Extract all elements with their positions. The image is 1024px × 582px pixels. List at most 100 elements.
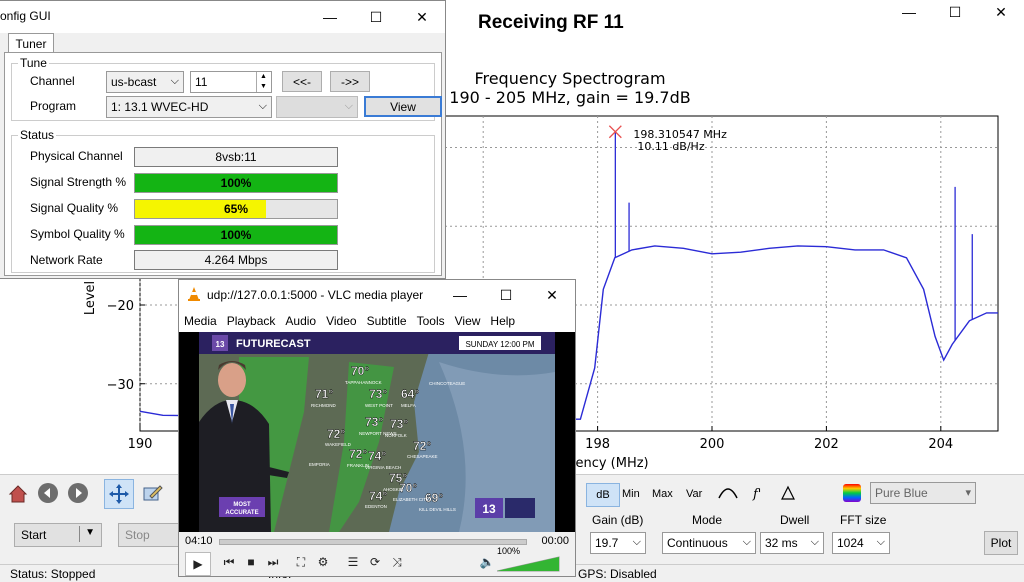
forecast-place: CHINCOTEAGUE — [429, 381, 465, 386]
minimize-button[interactable]: — — [307, 1, 353, 33]
dwell-label: Dwell — [780, 513, 810, 527]
colormap-icon[interactable] — [838, 479, 866, 507]
colormap-select[interactable]: Pure Blue ▾ — [870, 482, 976, 504]
gain-select[interactable]: 19.7 ⌵ — [590, 532, 646, 554]
forecast-place: KILL DEVIL HILLS — [419, 507, 456, 512]
seek-slider[interactable] — [219, 539, 527, 545]
close-button[interactable]: ✕ — [978, 0, 1024, 24]
x-tick-label: 200 — [700, 437, 725, 452]
station-logo-text: 13 — [482, 502, 496, 516]
stop-button[interactable]: Stop — [118, 523, 182, 547]
futurecast-header: FUTURECAST — [236, 338, 311, 350]
video-frame[interactable]: 13 FUTURECAST SUNDAY 12:00 PM 70° 71° 73° 7… — [179, 332, 575, 532]
x-tick-label: 190 — [128, 437, 153, 452]
forecast-place: VIRGINIA BEACH — [365, 465, 401, 470]
remaining-time: 00:00 — [541, 535, 569, 547]
prev-channel-button[interactable]: <<- — [282, 71, 322, 92]
play-icon[interactable]: ▶ — [185, 552, 211, 576]
plot-button[interactable]: Plot — [984, 531, 1018, 555]
dwell-select[interactable]: 32 ms ⌵ — [760, 532, 824, 554]
weather-broadcast: 13 FUTURECAST SUNDAY 12:00 PM 70° 71° 73° 7… — [199, 332, 555, 532]
spin-arrows-icon[interactable]: ▲ ▼ — [256, 72, 270, 92]
channel-number-input[interactable]: 11 ▲ ▼ — [190, 71, 272, 93]
extended-settings-icon[interactable]: ⚙ — [313, 552, 333, 572]
forecast-place: ELIZABETH CITY — [393, 497, 429, 502]
peak-level-label: 10.11 dB/Hz — [637, 140, 704, 153]
min-button[interactable]: Min — [618, 483, 644, 505]
forecast-temperature: 73° — [390, 417, 408, 431]
elapsed-time: 04:10 — [185, 535, 213, 547]
curve-icon[interactable] — [714, 479, 742, 507]
program-value: 1: 13.1 WVEC-HD — [111, 100, 209, 114]
dwell-value: 32 ms — [765, 536, 798, 550]
menu-tools[interactable]: Tools — [412, 310, 450, 332]
derivative-icon[interactable]: f' — [744, 479, 772, 507]
chevron-down-icon: ⌵ — [344, 100, 353, 112]
menu-audio[interactable]: Audio — [280, 310, 321, 332]
previous-icon[interactable]: ⏮ — [219, 552, 239, 572]
playlist-icon[interactable]: ☰ — [343, 552, 363, 572]
db-button[interactable]: dB — [586, 483, 620, 507]
volume-slider[interactable] — [497, 556, 561, 572]
channel-label: Channel — [30, 74, 75, 88]
back-icon[interactable] — [34, 479, 62, 507]
edit-icon[interactable] — [138, 479, 166, 507]
minimize-button[interactable]: — — [437, 280, 483, 310]
colormap-value: Pure Blue — [875, 486, 928, 500]
menu-media[interactable]: Media — [179, 310, 222, 332]
max-button[interactable]: Max — [648, 483, 677, 505]
menu-playback[interactable]: Playback — [222, 310, 281, 332]
maximize-button[interactable]: ☐ — [483, 280, 529, 310]
menu-video[interactable]: Video — [321, 310, 361, 332]
vlc-titlebar[interactable]: udp://127.0.0.1:5000 - VLC media player … — [179, 280, 575, 310]
chevron-down-icon: ⌵ — [876, 536, 885, 548]
loop-icon[interactable]: ⟳ — [365, 552, 385, 572]
fullscreen-icon[interactable]: ⛶ — [291, 552, 311, 572]
volume-value: 100% — [497, 546, 521, 556]
maximize-button[interactable]: ☐ — [353, 1, 399, 33]
program-select[interactable]: 1: 13.1 WVEC-HD ⌵ — [106, 96, 272, 118]
program-label: Program — [30, 99, 77, 113]
promo-line-1: MOST — [233, 502, 251, 508]
status-group: Status Physical Channel 8vsb:11 Signal S… — [11, 128, 435, 273]
signal-strength-bar: 100% — [134, 173, 338, 193]
channel-map-select[interactable]: us-bcast ⌵ — [106, 71, 184, 93]
vlc-title: udp://127.0.0.1:5000 - VLC media player — [207, 288, 424, 302]
config-gui-titlebar[interactable]: onfig GUI — ☐ ✕ — [0, 1, 445, 33]
view-button[interactable]: View — [364, 96, 442, 117]
x-tick-label: 202 — [814, 437, 839, 452]
symbol-quality-value: 100% — [220, 228, 252, 242]
stop-icon[interactable]: ■ — [241, 552, 261, 572]
split-divider — [79, 526, 80, 542]
maximize-button[interactable]: ☐ — [932, 0, 978, 24]
forward-icon[interactable] — [64, 479, 92, 507]
speaker-icon[interactable]: 🔈 — [477, 552, 497, 572]
chevron-down-icon: ▼ — [85, 527, 95, 538]
mode-select[interactable]: Continuous ⌵ — [662, 532, 756, 554]
menu-subtitle[interactable]: Subtitle — [362, 310, 412, 332]
home-icon[interactable] — [4, 479, 32, 507]
forecast-temperature: 73° — [369, 387, 387, 401]
close-button[interactable]: ✕ — [529, 280, 575, 310]
shuffle-icon[interactable]: ⤨ — [387, 552, 407, 572]
fft-size-label: FFT size — [840, 513, 887, 527]
chevron-down-icon: ⌵ — [632, 536, 641, 548]
forecast-place: WEST POINT — [365, 403, 393, 408]
fft-size-select[interactable]: 1024 ⌵ — [832, 532, 890, 554]
next-channel-button[interactable]: ->> — [330, 71, 370, 92]
menu-help[interactable]: Help — [485, 310, 520, 332]
start-button[interactable]: Start ▼ — [14, 523, 102, 547]
minimize-button[interactable]: — — [886, 0, 932, 24]
next-icon[interactable]: ⏭ — [263, 552, 283, 572]
station-logo-small-text: 13 — [216, 340, 225, 349]
chevron-down-icon: ⌵ — [810, 536, 819, 548]
pan-icon[interactable] — [104, 479, 134, 509]
delta-icon[interactable] — [774, 479, 802, 507]
gain-label: Gain (dB) — [592, 513, 644, 527]
close-button[interactable]: ✕ — [399, 1, 445, 33]
vlc-cone-icon — [187, 286, 201, 305]
var-button[interactable]: Var — [682, 483, 706, 505]
menu-view[interactable]: View — [450, 310, 486, 332]
program-secondary-select[interactable]: ⌵ — [276, 96, 358, 118]
tab-tuner[interactable]: Tuner — [8, 33, 54, 54]
